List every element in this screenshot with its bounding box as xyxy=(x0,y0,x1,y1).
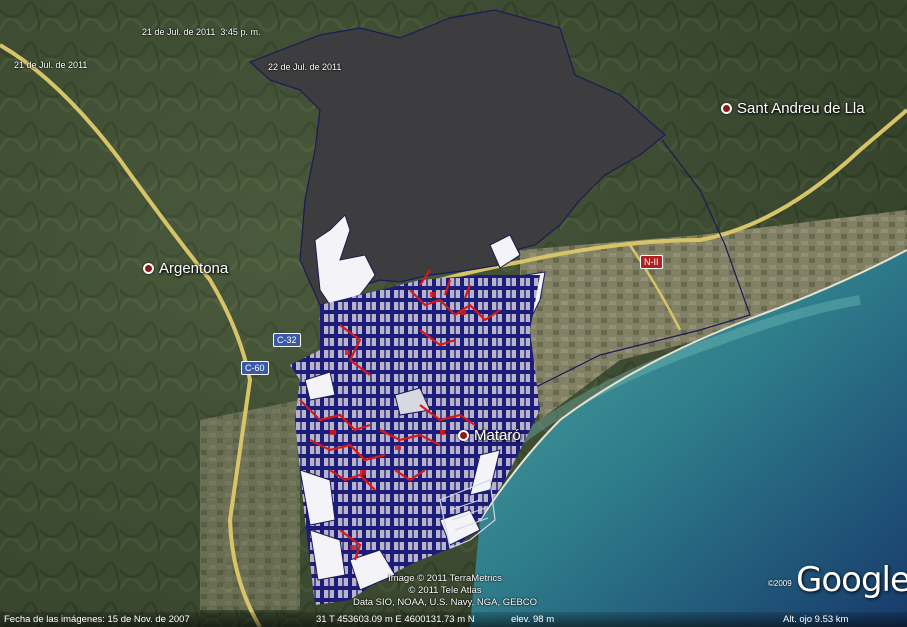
google-logo: Google xyxy=(796,560,907,600)
credit-line-1: Image © 2011 TerraMetrics xyxy=(388,573,502,584)
road-shield-nii: N-II xyxy=(640,255,663,269)
elevation-readout: elev. 98 m xyxy=(511,614,555,625)
date-label-2: 21 de Jul. de 2011 xyxy=(14,60,88,70)
credit-line-3: Data SIO, NOAA, U.S. Navy, NGA, GEBCO xyxy=(352,597,538,608)
place-name: Mataró xyxy=(474,427,521,444)
date-label-3: 22 de Jul. de 2011 xyxy=(268,62,342,72)
place-argentona[interactable]: Argentona xyxy=(143,260,228,277)
imagery-credits: Image © 2011 TerraMetrics © 2011 Tele At… xyxy=(330,573,560,609)
satellite-map[interactable] xyxy=(0,0,907,627)
road-shield-c60: C-60 xyxy=(241,361,269,375)
date-label-1: 21 de Jul. de 2011 3:45 p. m. xyxy=(142,27,261,37)
credit-line-2: © 2011 Tele Atlas xyxy=(408,585,482,596)
place-marker-icon xyxy=(721,103,732,114)
eye-altitude-readout: Alt. ojo 9.53 km xyxy=(783,614,849,625)
place-marker-icon xyxy=(143,263,154,274)
place-mataro[interactable]: Mataró xyxy=(458,427,521,444)
place-name: Argentona xyxy=(159,260,229,277)
place-marker-icon xyxy=(458,430,469,441)
road-shield-c32: C-32 xyxy=(273,333,301,347)
time-label: 3:45 p. m. xyxy=(220,27,261,37)
place-sant-andreu[interactable]: Sant Andreu de Lla xyxy=(721,100,865,117)
place-name: Sant Andreu de Lla xyxy=(737,100,865,117)
status-bar: Fecha de las imágenes: 15 de Nov. de 200… xyxy=(0,612,907,627)
imagery-date: Fecha de las imágenes: 15 de Nov. de 200… xyxy=(4,614,190,625)
coordinates-readout: 31 T 453603.09 m E 4600131.73 m N xyxy=(316,614,475,625)
logo-year: ©2009 xyxy=(768,579,792,588)
